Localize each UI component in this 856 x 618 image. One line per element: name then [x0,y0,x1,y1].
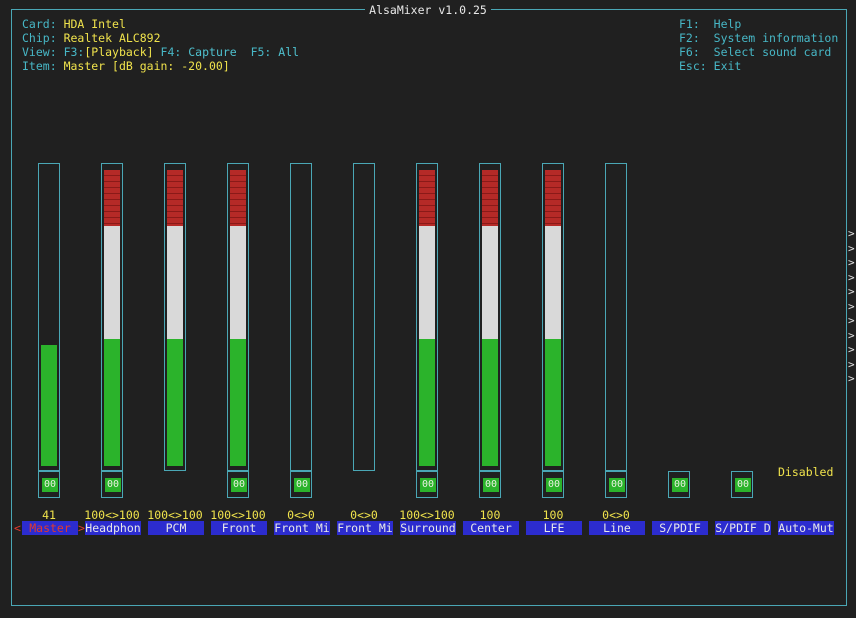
meter-white-segment [104,226,120,339]
mute-switch[interactable]: 00 [38,471,60,498]
meter-white-segment [545,226,561,339]
auto-mute-status: Disabled [778,465,834,479]
volume-meter[interactable] [542,163,564,471]
volume-meter[interactable] [416,163,438,471]
channel-name[interactable]: Front Mi [337,521,393,535]
meter-green-segment [167,338,183,466]
mute-switch[interactable]: 00 [416,471,438,498]
channel-name[interactable]: Surround [400,521,456,535]
meter-red-segment [230,170,246,227]
scroll-indicator: > > > > > > > > > > > [848,227,855,385]
volume-meter[interactable] [353,163,375,471]
volume-meter[interactable] [38,163,60,471]
switch-state: 00 [735,478,751,492]
volume-meter[interactable] [605,163,627,471]
mute-switch[interactable]: 00 [101,471,123,498]
switch-state: 00 [672,478,688,492]
switch-state: 00 [42,478,58,492]
meter-green-segment [419,338,435,466]
meter-white-segment [419,226,435,339]
meter-green-segment [482,338,498,466]
volume-value: 0<>0 [602,508,630,522]
channel-name[interactable]: Front Mi [274,521,330,535]
switch-state: 00 [483,478,499,492]
volume-meter[interactable] [290,163,312,471]
meter-green-segment [230,338,246,466]
channel-name[interactable]: S/PDIF [652,521,708,535]
channel-name[interactable]: PCM [148,521,204,535]
volume-meter[interactable] [101,163,123,471]
mute-switch[interactable]: 00 [227,471,249,498]
meter-white-segment [230,226,246,339]
meter-red-segment [167,170,183,227]
switch-state: 00 [609,478,625,492]
selection-left-arrow: < [14,521,21,535]
selection-right-arrow: > [78,521,85,535]
meter-green-segment [104,338,120,466]
switch-state: 00 [105,478,121,492]
channel-name[interactable]: Line [589,521,645,535]
meter-red-segment [545,170,561,227]
channel-name[interactable]: LFE [526,521,582,535]
mute-switch[interactable]: 00 [542,471,564,498]
meter-green-segment [41,344,57,466]
meter-red-segment [419,170,435,227]
switch-state: 00 [420,478,436,492]
meter-green-segment [545,338,561,466]
volume-meter[interactable] [479,163,501,471]
channel-name[interactable]: Auto-Mut [778,521,834,535]
window-title: AlsaMixer v1.0.25 [0,3,856,17]
meter-red-segment [104,170,120,227]
channel-name[interactable]: Front [211,521,267,535]
mute-switch[interactable]: 00 [605,471,627,498]
view-capture[interactable]: Capture [188,45,236,59]
mute-switch[interactable]: 00 [479,471,501,498]
mute-switch[interactable]: 00 [290,471,312,498]
switch-state: 00 [231,478,247,492]
meter-white-segment [482,226,498,339]
volume-meter[interactable] [164,163,186,471]
mute-switch[interactable]: 00 [668,471,690,498]
volume-meter[interactable] [227,163,249,471]
view-playback[interactable]: [Playback] [84,45,153,59]
channel-name[interactable]: Center [463,521,519,535]
meter-red-segment [482,170,498,227]
switch-state: 00 [294,478,310,492]
channel-name[interactable]: Master [22,521,78,535]
mute-switch[interactable]: 00 [731,471,753,498]
channel-name[interactable]: S/PDIF D [715,521,771,535]
help-keys: F1: Help F2: System information F6: Sele… [679,17,839,73]
meter-white-segment [167,226,183,339]
view-all[interactable]: All [278,45,299,59]
switch-state: 00 [546,478,562,492]
card-info: Card: HDA Intel Chip: Realtek ALC892 Vie… [22,17,300,73]
channel-name[interactable]: Headphon [85,521,141,535]
